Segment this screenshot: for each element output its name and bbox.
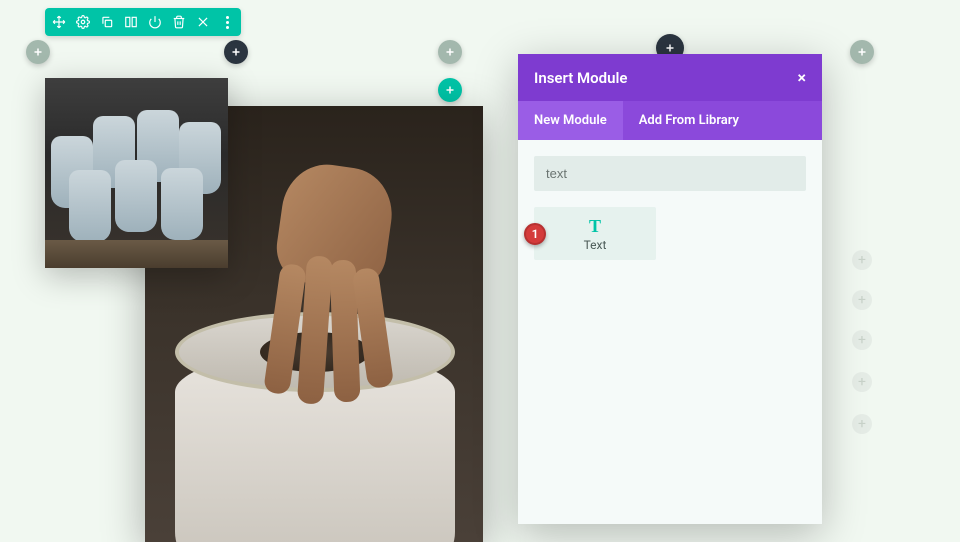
image-cups[interactable] [45,78,228,268]
add-ghost-button[interactable]: + [852,290,872,310]
add-button[interactable] [850,40,874,64]
close-icon[interactable]: × [798,68,807,87]
add-button[interactable] [224,40,248,64]
columns-icon[interactable] [123,14,139,30]
add-button[interactable] [438,40,462,64]
modal-title: Insert Module [534,69,627,87]
add-ghost-button[interactable]: + [852,330,872,350]
add-ghost-button[interactable]: + [852,250,872,270]
tab-new-module[interactable]: New Module [518,101,623,140]
module-item-text[interactable]: 1 T Text [534,207,656,260]
modal-body: 1 T Text [518,140,822,276]
tab-add-from-library[interactable]: Add From Library [623,101,755,140]
module-search-input[interactable] [534,156,806,191]
add-button[interactable] [26,40,50,64]
add-ghost-button[interactable]: + [852,372,872,392]
add-button[interactable] [438,78,462,102]
insert-module-modal: Insert Module × New Module Add From Libr… [518,54,822,524]
section-toolbar [45,8,241,36]
text-icon: T [534,217,656,235]
move-icon[interactable] [51,14,67,30]
close-icon[interactable] [195,14,211,30]
callout-badge: 1 [524,223,546,245]
add-ghost-button[interactable]: + [852,414,872,434]
more-icon[interactable] [219,14,235,30]
module-item-label: Text [534,238,656,252]
modal-tabs: New Module Add From Library [518,101,822,140]
gear-icon[interactable] [75,14,91,30]
modal-header: Insert Module × [518,54,822,101]
power-icon[interactable] [147,14,163,30]
trash-icon[interactable] [171,14,187,30]
duplicate-icon[interactable] [99,14,115,30]
